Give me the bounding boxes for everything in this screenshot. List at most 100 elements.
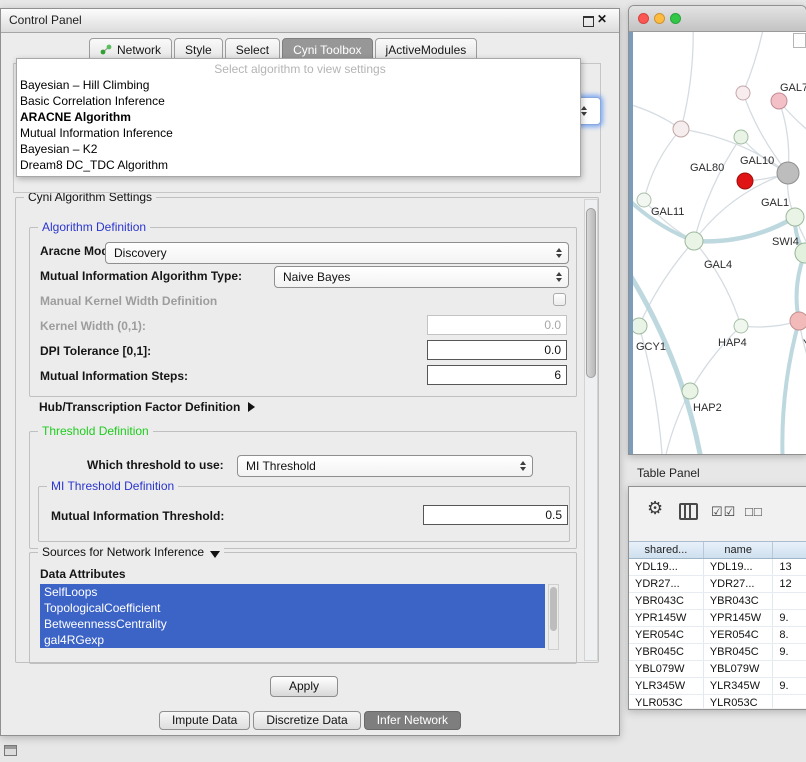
sources-toggle[interactable]: Sources for Network Inference [38,545,224,559]
mi-type-combobox[interactable]: Naive Bayes [274,266,569,288]
table-cell: YER054C [629,627,704,643]
mi-type-label: Mutual Information Algorithm Type: [40,269,242,283]
attribute-item-selected[interactable]: gal4RGexp [40,632,545,648]
dropdown-item[interactable]: Mutual Information Inference [17,125,580,141]
apply-button[interactable]: Apply [270,676,338,697]
network-node-label: GAL10 [740,155,774,167]
column-header-name[interactable]: name [704,542,774,558]
dropdown-item[interactable]: Dream8 DC_TDC Algorithm [17,157,580,173]
minimized-window-titlebar [5,746,16,749]
minimize-traffic-light[interactable] [654,13,665,24]
group-title: MI Threshold Definition [47,479,178,493]
network-node[interactable] [673,121,689,137]
attribute-item-selected[interactable]: BetweennessCentrality [40,616,545,632]
dropdown-item[interactable]: Bayesian – Hill Climbing [17,77,580,93]
collapse-down-icon [210,551,220,558]
network-node[interactable] [633,318,647,334]
table-cell: 8. [773,627,806,643]
network-node-label: HAP4 [718,337,747,349]
network-view-window: GAL80GAL7GAL10GAL1SWI4GAL4GCY1HAP4YHAP2G… [628,5,806,455]
table-row[interactable]: YBR045CYBR045C9. [629,644,806,661]
attribute-item-selected[interactable]: SelfLoops [40,584,545,600]
select-all-icon[interactable]: ☑☑ [711,504,736,520]
scrollbar-thumb[interactable] [586,208,596,378]
network-edge [633,267,703,454]
manual-kernel-checkbox[interactable] [553,293,566,306]
table-cell: YBL079W [704,661,774,677]
network-canvas[interactable]: GAL80GAL7GAL10GAL1SWI4GAL4GCY1HAP4YHAP2G… [629,32,806,454]
hub-definition-toggle[interactable]: Hub/Transcription Factor Definition [39,400,255,414]
network-node[interactable] [734,319,748,333]
table-cell: YPR145W [629,610,704,626]
table-row[interactable]: YDR27...YDR27...12 [629,576,806,593]
combo-arrows-icon [581,106,587,116]
control-panel-titlebar[interactable]: Control Panel ✕ [1,9,619,33]
which-threshold-combobox[interactable]: MI Threshold [237,455,533,477]
dpi-tolerance-input[interactable]: 0.0 [427,340,567,360]
network-node[interactable] [736,86,750,100]
zoom-traffic-light[interactable] [670,13,681,24]
network-node[interactable] [737,173,753,189]
tab-impute-data[interactable]: Impute Data [159,711,250,730]
combo-value: MI Threshold [246,459,520,473]
kernel-width-input[interactable]: 0.0 [427,315,567,335]
table-cell [773,661,806,677]
dropdown-item[interactable]: Basic Correlation Inference [17,93,580,109]
float-window-icon[interactable] [583,16,594,27]
mi-steps-input[interactable]: 6 [427,365,567,385]
dropdown-item[interactable]: Bayesian – K2 [17,141,580,157]
table-row[interactable]: YDL19...YDL19...13 [629,559,806,576]
sources-title: Sources for Network Inference [42,545,204,559]
table-row[interactable]: YER054CYER054C8. [629,627,806,644]
network-svg[interactable]: GAL80GAL7GAL10GAL1SWI4GAL4GCY1HAP4YHAP2G… [633,32,806,454]
aracne-mode-combobox[interactable]: Discovery [105,242,569,264]
tab-discretize-data[interactable]: Discretize Data [253,711,360,730]
attribute-list-scrollbar[interactable] [548,584,559,650]
minimized-window-icon[interactable] [4,745,17,756]
tab-infer-network[interactable]: Infer Network [364,711,461,730]
network-node[interactable] [790,312,806,330]
network-node[interactable] [771,93,787,109]
close-icon[interactable]: ✕ [597,12,607,26]
close-traffic-light[interactable] [638,13,649,24]
table-cell [773,593,806,609]
network-node[interactable] [777,162,799,184]
table-row[interactable]: YLR345WYLR345W9. [629,678,806,695]
network-node-label: SWI4 [772,236,799,248]
deselect-all-icon[interactable]: □□ [745,504,763,519]
network-node[interactable] [637,193,651,207]
table-cell: 12 [773,576,806,592]
network-node[interactable] [685,232,703,250]
network-node[interactable] [786,208,804,226]
dropdown-item-selected[interactable]: ARACNE Algorithm [17,109,580,125]
network-node-label: GAL80 [690,162,724,174]
table-row[interactable]: YBL079WYBL079W [629,661,806,678]
network-node-label: GAL4 [704,259,732,271]
network-node[interactable] [734,130,748,144]
scrollbar-thumb[interactable] [550,587,557,631]
settings-scrollbar[interactable] [584,199,598,661]
column-header-extra[interactable] [773,542,806,558]
control-panel-tabbar: Network Style Select Cyni Toolbox jActiv… [1,38,619,60]
column-header-shared-name[interactable]: shared... [629,542,704,558]
table-row[interactable]: YPR145WYPR145W9. [629,610,806,627]
combo-value: Naive Bayes [283,270,556,284]
mi-threshold-input[interactable]: 0.5 [423,505,568,525]
table-body: YDL19...YDL19...13YDR27...YDR27...12YBR0… [629,559,806,708]
network-edge [644,129,681,200]
network-window-titlebar[interactable] [629,6,806,32]
tab-label: Cyni Toolbox [293,43,361,57]
scrollbar-button[interactable] [793,33,806,48]
combo-value: Discovery [114,246,556,260]
sources-group: Sources for Network Inference Data Attri… [29,552,577,664]
table-cell: 9. [773,678,806,694]
attribute-item-selected[interactable]: TopologicalCoefficient [40,600,545,616]
network-node-label: GCY1 [636,341,666,353]
show-columns-icon[interactable] [679,503,698,520]
network-node[interactable] [682,383,698,399]
table-settings-gear-icon[interactable]: ⚙ [647,498,663,519]
data-attributes-list: SelfLoops TopologicalCoefficient Between… [40,584,559,650]
table-row[interactable]: YBR043CYBR043C [629,593,806,610]
network-tab-icon [100,44,112,56]
table-row[interactable]: YLR053CYLR053C [629,695,806,708]
